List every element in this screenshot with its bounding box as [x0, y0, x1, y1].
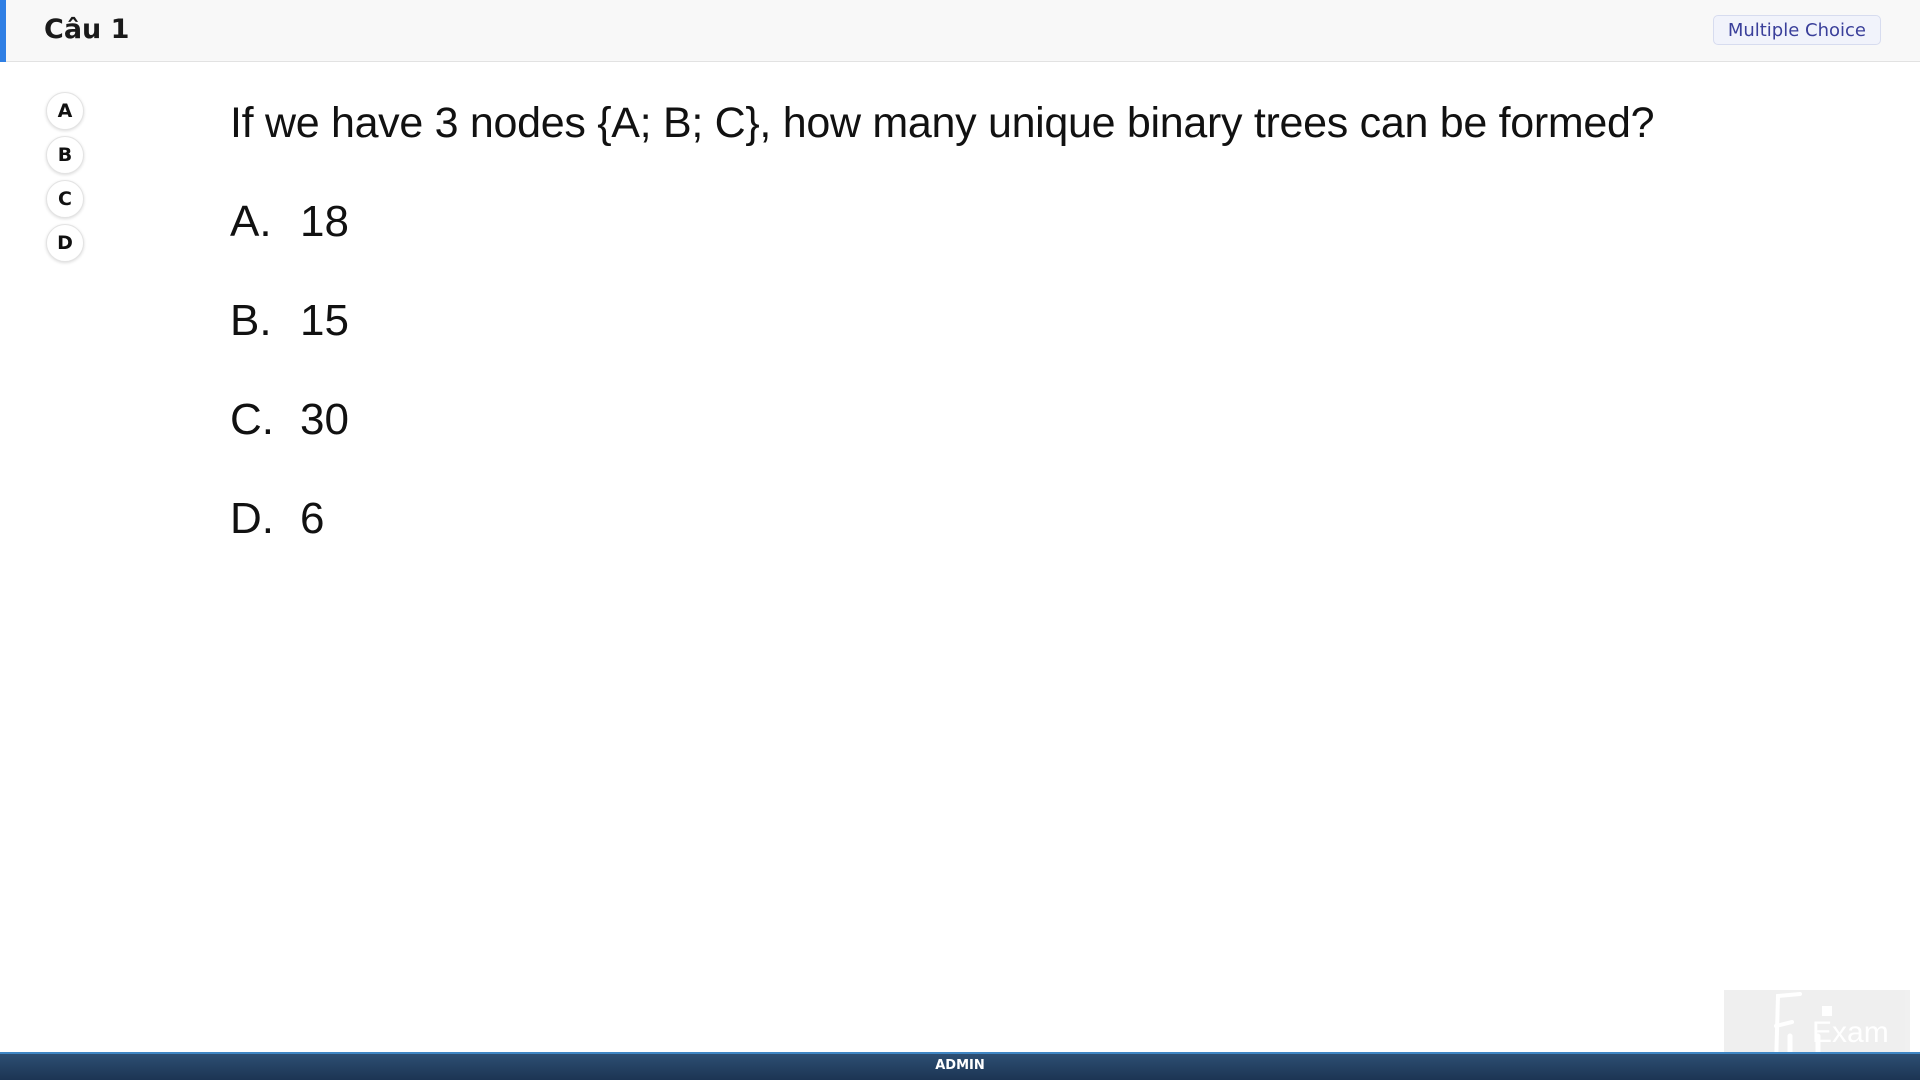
- option-d: D. 6: [230, 487, 1654, 550]
- footer-user-label: ADMIN: [935, 1058, 985, 1073]
- option-letter: A.: [230, 197, 272, 246]
- option-b: B. 15: [230, 289, 1654, 352]
- option-letter: C.: [230, 395, 274, 444]
- question-content: If we have 3 nodes {A; B; C}, how many u…: [230, 92, 1655, 550]
- answer-button-b[interactable]: B: [46, 136, 84, 174]
- question-text: If we have 3 nodes {A; B; C}, how many u…: [230, 99, 1655, 147]
- answer-button-c[interactable]: C: [46, 180, 84, 218]
- question-type-badge: Multiple Choice: [1712, 15, 1881, 45]
- question-header: Câu 1 Multiple Choice: [0, 0, 1920, 62]
- option-letter: B.: [230, 296, 272, 345]
- answer-button-a[interactable]: A: [46, 92, 84, 130]
- option-a: A. 18: [230, 190, 1654, 253]
- option-c: C. 30: [230, 388, 1654, 451]
- answer-picker: A B C D: [46, 92, 86, 268]
- exam-page: Câu 1 Multiple Choice A B C D If we have…: [0, 0, 1920, 1080]
- question-number-title: Câu 1: [44, 14, 130, 45]
- logo-text: Exam: [1812, 1016, 1889, 1049]
- option-value: 30: [300, 395, 349, 444]
- header-accent-bar: [0, 0, 6, 62]
- footer-bar: ADMIN: [0, 1052, 1920, 1080]
- option-value: 15: [300, 296, 349, 345]
- option-value: 18: [300, 197, 349, 246]
- option-value: 6: [300, 494, 325, 543]
- answer-button-d[interactable]: D: [46, 224, 84, 262]
- option-letter: D.: [230, 494, 274, 543]
